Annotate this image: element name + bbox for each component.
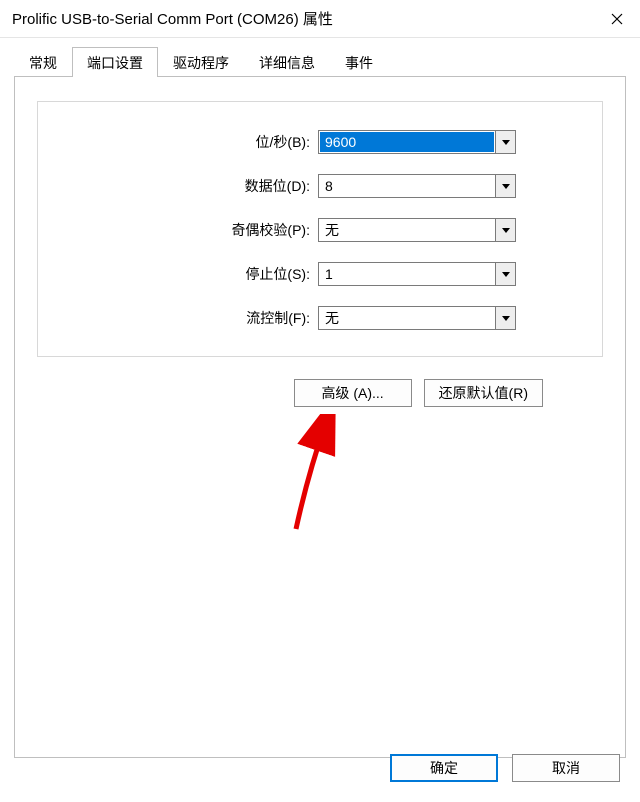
titlebar: Prolific USB-to-Serial Comm Port (COM26)…: [0, 0, 640, 38]
combo-flow-control-value: 无: [319, 307, 495, 329]
chevron-down-icon: [502, 316, 510, 321]
combo-bps[interactable]: 9600: [318, 130, 516, 154]
tab-panel-port-settings: 位/秒(B): 9600 数据位(D): 8 奇偶校验(: [14, 76, 626, 758]
combo-stop-bits-button[interactable]: [495, 263, 515, 285]
settings-group: 位/秒(B): 9600 数据位(D): 8 奇偶校验(: [37, 101, 603, 357]
combo-parity-button[interactable]: [495, 219, 515, 241]
tab-general[interactable]: 常规: [14, 47, 72, 77]
chevron-down-icon: [502, 228, 510, 233]
combo-stop-bits-value: 1: [319, 263, 495, 285]
tab-details[interactable]: 详细信息: [244, 47, 330, 77]
combo-stop-bits[interactable]: 1: [318, 262, 516, 286]
cancel-button[interactable]: 取消: [512, 754, 620, 782]
label-data-bits: 数据位(D):: [58, 176, 318, 196]
combo-flow-control[interactable]: 无: [318, 306, 516, 330]
tab-strip: 常规 端口设置 驱动程序 详细信息 事件: [14, 48, 626, 76]
combo-parity-value: 无: [319, 219, 495, 241]
dialog-footer: 确定 取消: [390, 754, 620, 782]
window-title: Prolific USB-to-Serial Comm Port (COM26)…: [12, 8, 333, 29]
tab-driver[interactable]: 驱动程序: [158, 47, 244, 77]
restore-defaults-button[interactable]: 还原默认值(R): [424, 379, 543, 407]
combo-data-bits-value: 8: [319, 175, 495, 197]
tab-port-settings[interactable]: 端口设置: [72, 47, 158, 77]
label-parity: 奇偶校验(P):: [58, 220, 318, 240]
label-stop-bits: 停止位(S):: [58, 264, 318, 284]
close-button[interactable]: [594, 0, 640, 38]
chevron-down-icon: [502, 140, 510, 145]
chevron-down-icon: [502, 272, 510, 277]
label-bps: 位/秒(B):: [58, 132, 318, 152]
chevron-down-icon: [502, 184, 510, 189]
combo-data-bits-button[interactable]: [495, 175, 515, 197]
combo-bps-value: 9600: [320, 132, 494, 152]
combo-bps-button[interactable]: [495, 131, 515, 153]
close-icon: [611, 13, 623, 25]
tab-events[interactable]: 事件: [330, 47, 388, 77]
label-flow-control: 流控制(F):: [58, 308, 318, 328]
combo-data-bits[interactable]: 8: [318, 174, 516, 198]
combo-flow-control-button[interactable]: [495, 307, 515, 329]
advanced-button[interactable]: 高级 (A)...: [294, 379, 412, 407]
combo-parity[interactable]: 无: [318, 218, 516, 242]
ok-button[interactable]: 确定: [390, 754, 498, 782]
